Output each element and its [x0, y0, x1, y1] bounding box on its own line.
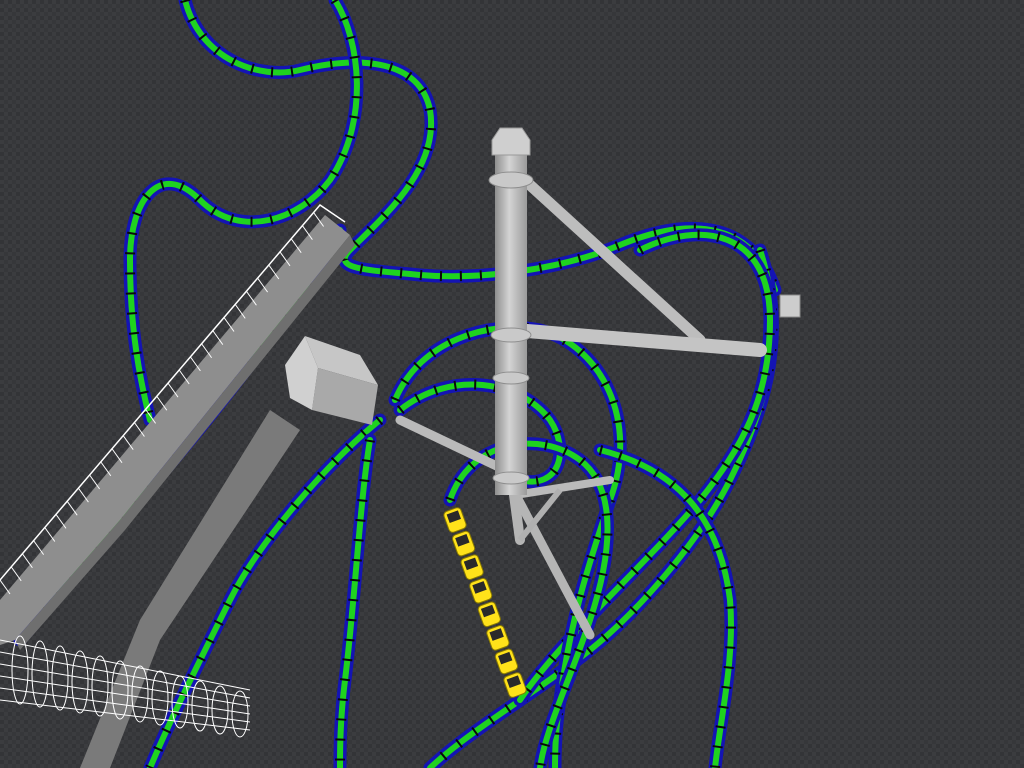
- tower-arm-end-clamp: [779, 294, 801, 318]
- tower-collar-base: [492, 471, 530, 485]
- tower-collar-mid: [490, 327, 532, 343]
- tower-cap: [491, 127, 531, 156]
- coaster-scene[interactable]: [0, 0, 1024, 768]
- tower-collar-top: [488, 171, 534, 189]
- tower-collar-low: [492, 371, 530, 385]
- tower-mast: [495, 150, 527, 495]
- 3d-viewport[interactable]: [0, 0, 1024, 768]
